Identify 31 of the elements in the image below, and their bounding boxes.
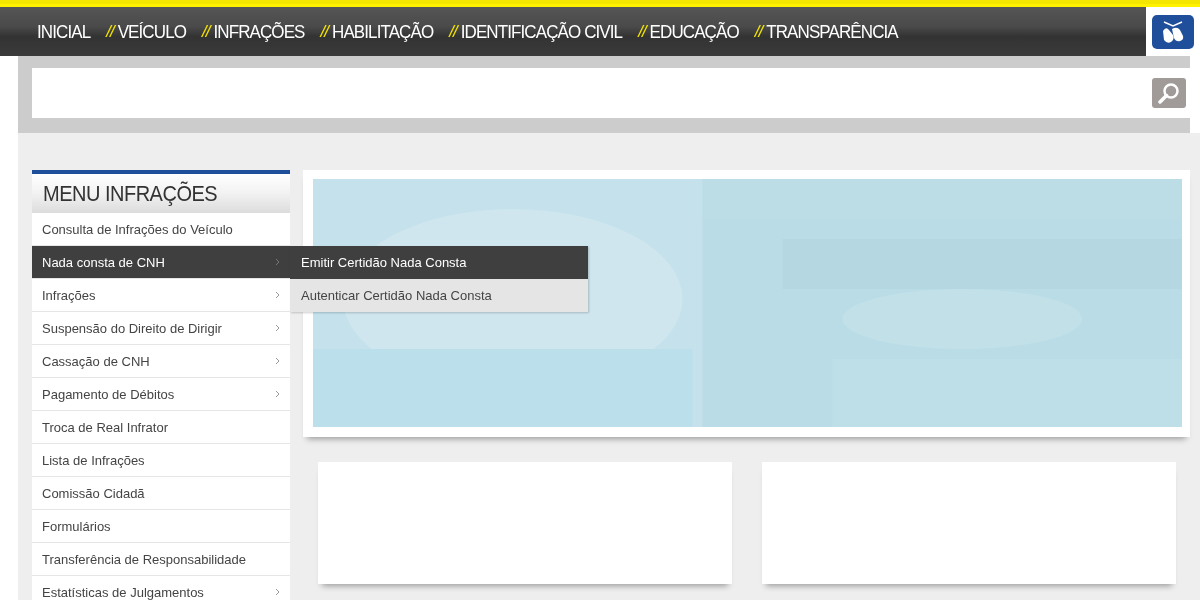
nav-link[interactable]: INICIAL <box>37 20 91 43</box>
separator: // <box>106 21 114 42</box>
nav-link[interactable]: TRANSPARÊNCIA <box>766 20 898 43</box>
menu-title: MENU INFRAÇÕES <box>43 180 218 207</box>
menu-item[interactable]: Formulários <box>32 510 290 543</box>
menu-item[interactable]: Estatísticas de Julgamentos <box>32 576 290 600</box>
nav-link[interactable]: EDUCAÇÃO <box>649 20 739 43</box>
menu-item[interactable]: Cassação de CNH <box>32 345 290 378</box>
menu-item[interactable]: Pagamento de Débitos <box>32 378 290 411</box>
separator: // <box>202 21 210 42</box>
search-field[interactable] <box>32 68 1190 118</box>
menu-item[interactable]: Troca de Real Infrator <box>32 411 290 444</box>
nav-link[interactable]: VEÍCULO <box>117 20 186 43</box>
search-button[interactable] <box>1152 78 1186 108</box>
separator: // <box>638 21 646 42</box>
sign-language-icon[interactable] <box>1152 14 1194 49</box>
menu-item[interactable]: Transferência de Responsabilidade <box>32 543 290 576</box>
nav-link[interactable]: HABILITAÇÃO <box>332 20 434 43</box>
menu-item[interactable]: Infrações <box>32 279 290 312</box>
nav-link[interactable]: IDENTIFICAÇÃO CIVIL <box>460 20 623 43</box>
menu-item[interactable]: Nada consta de CNH <box>32 246 290 279</box>
menu-item[interactable]: Suspensão do Direito de Dirigir <box>32 312 290 345</box>
submenu-item[interactable]: Autenticar Certidão Nada Consta <box>290 279 588 312</box>
nav-link[interactable]: INFRAÇÕES <box>213 20 305 43</box>
separator: // <box>754 21 763 42</box>
search-icon <box>1157 82 1181 104</box>
menu-item[interactable]: Consulta de Infrações do Veículo <box>32 213 290 246</box>
submenu-item[interactable]: Emitir Certidão Nada Consta <box>290 246 588 279</box>
separator: // <box>449 21 457 42</box>
menu-item[interactable]: Lista de Infrações <box>32 444 290 477</box>
menu-item[interactable]: Comissão Cidadã <box>32 477 290 510</box>
